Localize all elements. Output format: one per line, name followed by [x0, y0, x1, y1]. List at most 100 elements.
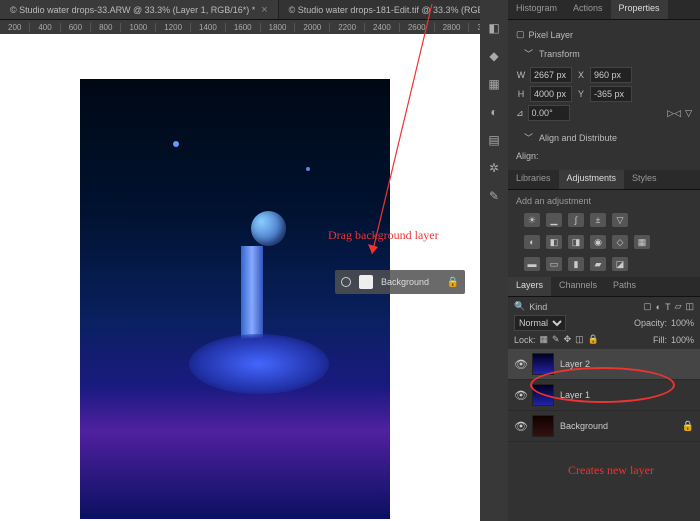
- tab-paths[interactable]: Paths: [605, 277, 644, 296]
- width-input[interactable]: [530, 67, 572, 83]
- chevron-down-icon[interactable]: ﹀: [524, 131, 533, 144]
- fill-label: Fill:: [653, 335, 667, 345]
- invert-icon[interactable]: ▬: [524, 257, 540, 271]
- tab-histogram[interactable]: Histogram: [508, 0, 565, 19]
- droplet-small: [306, 167, 310, 171]
- layer-thumbnail[interactable]: [532, 415, 554, 437]
- tab-document-1[interactable]: © Studio water drops-33.ARW @ 33.3% (Lay…: [0, 0, 279, 19]
- color-icon[interactable]: ◆: [486, 48, 502, 64]
- fill-value[interactable]: 100%: [671, 335, 694, 345]
- align-sub: Align:: [516, 151, 539, 161]
- filter-shape-icon[interactable]: ▱: [675, 301, 682, 312]
- posterize-icon[interactable]: ▭: [546, 257, 562, 271]
- bw-icon[interactable]: ◨: [568, 235, 584, 249]
- tab-channels[interactable]: Channels: [551, 277, 605, 296]
- close-icon[interactable]: ×: [261, 4, 267, 16]
- filter-smart-icon[interactable]: ◫: [685, 301, 694, 312]
- x-label: X: [576, 70, 586, 80]
- lock-pixels-icon[interactable]: ✎: [552, 334, 560, 345]
- lock-artboard-icon[interactable]: ◫: [575, 334, 584, 345]
- right-panel: ◧ ◆ ▦ ◐ ▤ ✲ ✎ Histogram Actions Properti…: [480, 0, 700, 521]
- lock-transparent-icon[interactable]: ▦: [540, 334, 549, 345]
- y-label: Y: [576, 89, 586, 99]
- panel-stack: Histogram Actions Properties ▢ Pixel Lay…: [508, 0, 700, 521]
- height-input[interactable]: [530, 86, 572, 102]
- kind-label: Kind: [529, 302, 547, 312]
- patterns-icon[interactable]: ▤: [486, 132, 502, 148]
- gradients-icon[interactable]: ◐: [486, 104, 502, 120]
- annotation-creates: Creates new layer: [568, 463, 654, 478]
- transform-heading: Transform: [539, 49, 580, 59]
- layer-thumbnail[interactable]: [532, 353, 554, 375]
- curves-icon[interactable]: ∫: [568, 213, 584, 227]
- flip-h-icon[interactable]: ▷◁: [667, 108, 681, 119]
- eye-icon[interactable]: 👁: [514, 420, 526, 433]
- vibrance-icon[interactable]: ▽: [612, 213, 628, 227]
- collapsed-panel-toolbar: ◧ ◆ ▦ ◐ ▤ ✲ ✎: [480, 0, 508, 521]
- angle-icon: ⊿: [516, 108, 524, 119]
- layer-name[interactable]: Layer 1: [560, 390, 590, 400]
- tab-libraries[interactable]: Libraries: [508, 170, 559, 189]
- color-lookup-icon[interactable]: ▦: [634, 235, 650, 249]
- tab-adjustments[interactable]: Adjustments: [559, 170, 625, 189]
- water-drop: [251, 211, 286, 246]
- layer-thumbnail: [359, 275, 373, 289]
- photo-filter-icon[interactable]: ◉: [590, 235, 606, 249]
- dragging-layer-ghost: Background 🔒: [335, 270, 465, 294]
- layer-list: 👁 Layer 2 👁 Layer 1 👁 Background 🔒: [508, 349, 700, 521]
- tab-actions[interactable]: Actions: [565, 0, 611, 19]
- tab-layers[interactable]: Layers: [508, 277, 551, 296]
- kind-icon[interactable]: 🔍: [514, 301, 525, 312]
- filter-type-icon[interactable]: T: [665, 302, 671, 312]
- adjustments-hint: Add an adjustment: [516, 196, 692, 206]
- adjustments-body: Add an adjustment ☀ ▁ ∫ ± ▽ ◐ ◧ ◨ ◉ ◇ ▦ ▬ ▭ ▮ ▰ ◪: [508, 190, 700, 277]
- filter-adjustment-icon[interactable]: ◐: [656, 302, 661, 312]
- layer-item[interactable]: 👁 Background 🔒: [508, 411, 700, 442]
- blend-mode-select[interactable]: Normal: [514, 315, 566, 331]
- layer-item[interactable]: 👁 Layer 1: [508, 380, 700, 411]
- lock-all-icon[interactable]: 🔒: [588, 334, 599, 345]
- layer-name[interactable]: Layer 2: [560, 359, 590, 369]
- opacity-value[interactable]: 100%: [671, 318, 694, 328]
- x-input[interactable]: [590, 67, 632, 83]
- layer-type: Pixel Layer: [529, 30, 574, 40]
- tab-label: © Studio water drops-181-Edit.tif @ 33.3…: [289, 5, 500, 15]
- lock-label: Lock:: [514, 335, 536, 345]
- filter-pixel-icon[interactable]: ▢: [643, 301, 652, 312]
- swatches-icon[interactable]: ▦: [486, 76, 502, 92]
- brightness-icon[interactable]: ☀: [524, 213, 540, 227]
- brush-settings-icon[interactable]: ✲: [486, 160, 502, 176]
- layers-panel-tabs: Layers Channels Paths: [508, 277, 700, 297]
- tab-styles[interactable]: Styles: [624, 170, 665, 189]
- balance-icon[interactable]: ◧: [546, 235, 562, 249]
- droplet-small: [173, 141, 179, 147]
- layer-name[interactable]: Background: [560, 421, 608, 431]
- angle-input[interactable]: [528, 105, 570, 121]
- chevron-down-icon[interactable]: ﹀: [524, 47, 533, 60]
- document-image: [80, 79, 390, 519]
- lock-position-icon[interactable]: ✥: [564, 334, 572, 345]
- selective-color-icon[interactable]: ◪: [612, 257, 628, 271]
- y-input[interactable]: [590, 86, 632, 102]
- flip-v-icon[interactable]: ▽: [685, 108, 692, 119]
- lock-icon: 🔒: [682, 421, 694, 432]
- hue-icon[interactable]: ◐: [524, 235, 540, 249]
- layer-item[interactable]: 👁 Layer 2: [508, 349, 700, 380]
- exposure-icon[interactable]: ±: [590, 213, 606, 227]
- opacity-label: Opacity:: [634, 318, 667, 328]
- lock-icon: 🔒: [447, 277, 459, 288]
- drag-layer-name: Background: [381, 277, 429, 287]
- w-label: W: [516, 70, 526, 80]
- threshold-icon[interactable]: ▮: [568, 257, 584, 271]
- learn-icon[interactable]: ◧: [486, 20, 502, 36]
- water-splash: [189, 334, 329, 394]
- eye-icon: [341, 277, 351, 287]
- gradient-map-icon[interactable]: ▰: [590, 257, 606, 271]
- channel-mixer-icon[interactable]: ◇: [612, 235, 628, 249]
- eye-icon[interactable]: 👁: [514, 358, 526, 371]
- tab-properties[interactable]: Properties: [611, 0, 668, 19]
- brushes-icon[interactable]: ✎: [486, 188, 502, 204]
- levels-icon[interactable]: ▁: [546, 213, 562, 227]
- eye-icon[interactable]: 👁: [514, 389, 526, 402]
- layer-thumbnail[interactable]: [532, 384, 554, 406]
